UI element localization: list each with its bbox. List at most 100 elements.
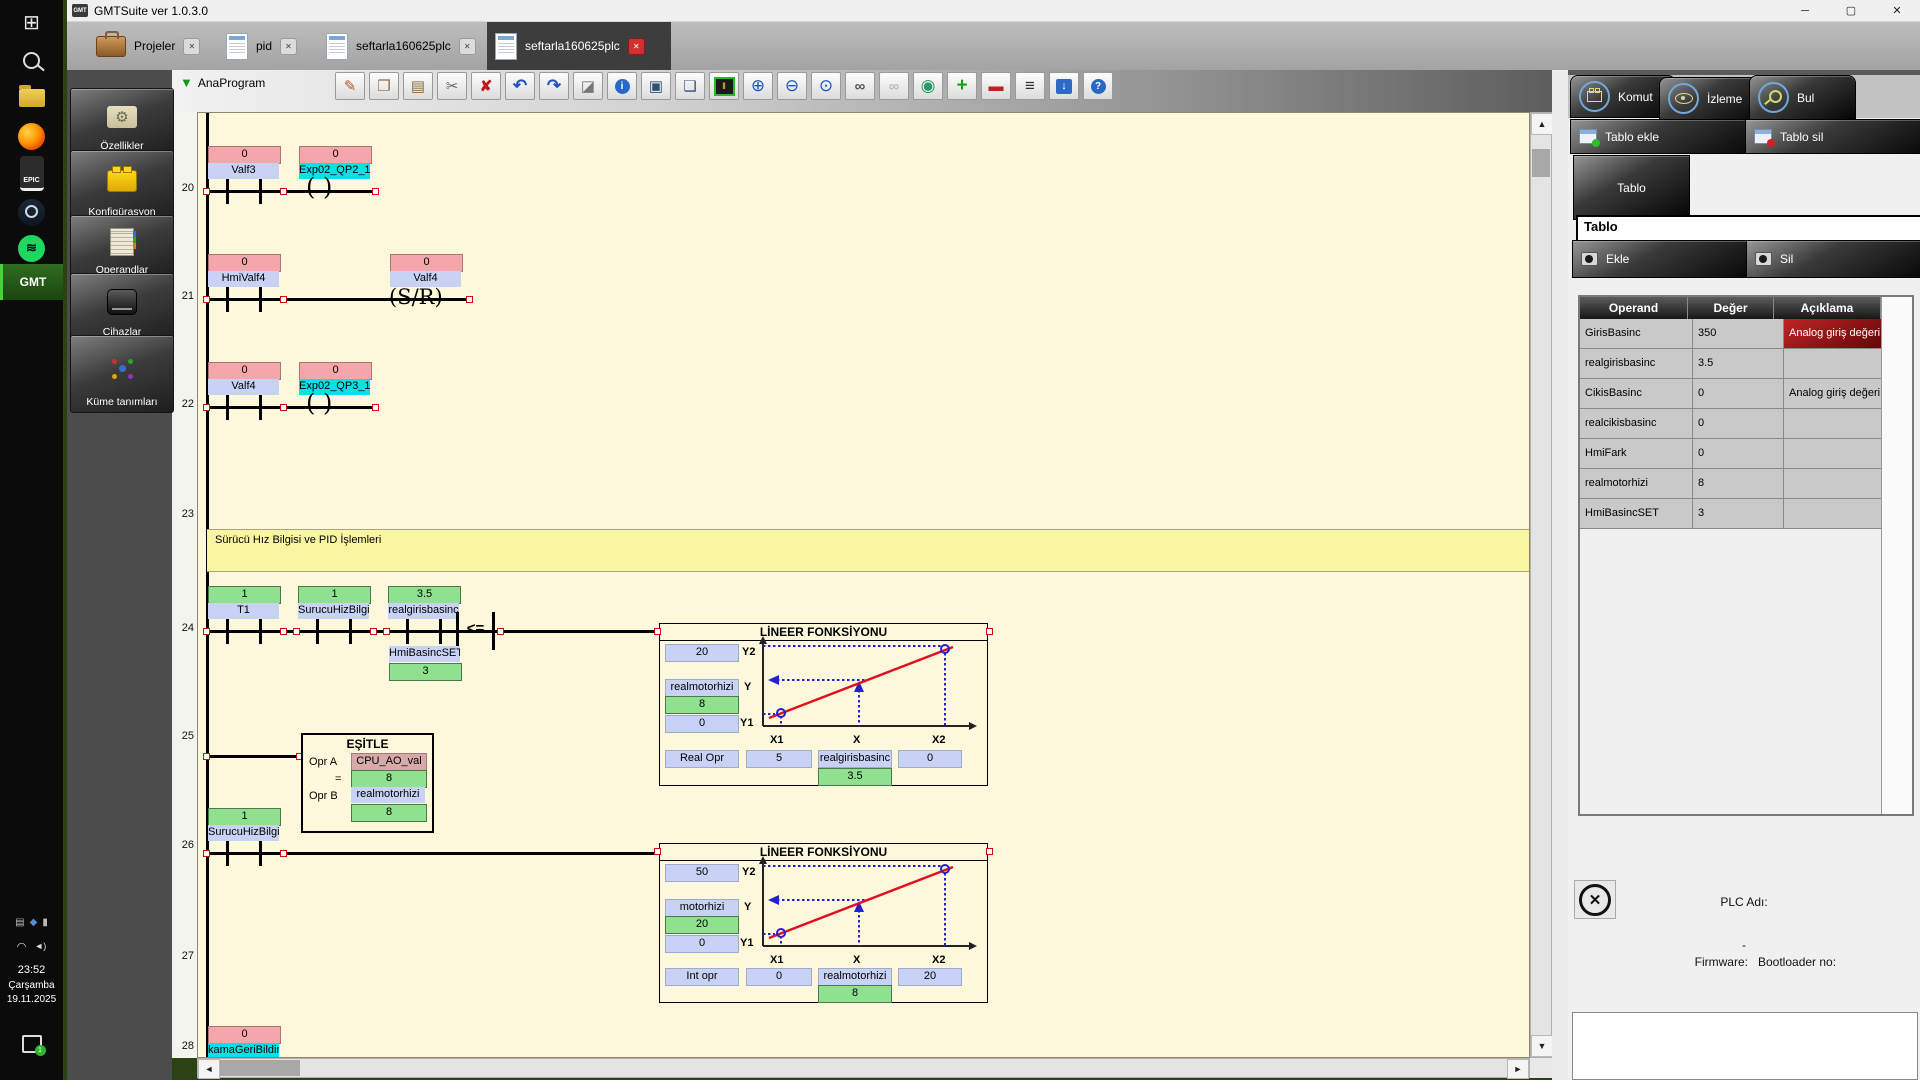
linear-function-block-2[interactable]: LİNEER FONKSİYONU 50 Y2 motorhizi 20 Y 0… xyxy=(659,843,988,1003)
cell-operand[interactable]: realcikisbasinc xyxy=(1580,409,1693,439)
cell-operand[interactable]: CikisBasinc xyxy=(1580,379,1693,409)
table-row[interactable]: realgirisbasinc 3.5 xyxy=(1580,349,1912,379)
scroll-left-button[interactable]: ◄ xyxy=(198,1059,220,1079)
cell-desc[interactable] xyxy=(1784,499,1896,529)
undo-icon[interactable]: ↶ xyxy=(505,72,535,100)
tray-network-volume[interactable]: ◠◄) xyxy=(0,936,63,956)
coil-symbol[interactable]: ( ) xyxy=(306,391,332,415)
list-icon[interactable]: ≡ xyxy=(1015,72,1045,100)
link-icon[interactable]: ∞ xyxy=(845,72,875,100)
tab-seftarla160625plc-1[interactable]: seftarla160625plc ✕ xyxy=(318,22,496,70)
clock-time[interactable]: 23:52 xyxy=(0,964,63,976)
log-box[interactable] xyxy=(1572,1012,1918,1080)
cell-value[interactable]: 0 xyxy=(1693,379,1784,409)
minimize-button[interactable]: ─ xyxy=(1782,0,1828,22)
cell-operand[interactable]: HmiBasincSET xyxy=(1580,499,1693,529)
scroll-up-button[interactable]: ▲ xyxy=(1531,113,1553,135)
taskbar-spotify-button[interactable]: ≋ xyxy=(0,230,63,266)
info-icon[interactable]: i xyxy=(607,72,637,100)
taskbar-firefox-button[interactable] xyxy=(0,118,63,154)
col-deger[interactable]: Değer xyxy=(1688,297,1774,319)
cell-value[interactable]: 3 xyxy=(1693,499,1784,529)
table-scrollbar[interactable] xyxy=(1881,297,1912,814)
coil-symbol[interactable]: ( ) xyxy=(306,175,332,199)
format-painter-icon[interactable]: ✎ xyxy=(335,72,365,100)
save-as-icon[interactable]: ❏ xyxy=(675,72,705,100)
save-icon[interactable]: ▣ xyxy=(641,72,671,100)
cell-operand[interactable]: HmiFark xyxy=(1580,439,1693,469)
eraser-icon[interactable]: ◪ xyxy=(573,72,603,100)
tab-bul[interactable]: Bul xyxy=(1749,75,1856,120)
cell-desc[interactable] xyxy=(1784,469,1896,499)
taskbar-gmtsuite-button[interactable]: GMT xyxy=(0,264,63,300)
measure-icon[interactable]: ‖ xyxy=(709,72,739,100)
rung23-comment[interactable]: Sürücü Hız Bilgisi ve PID İşlemleri xyxy=(207,529,1530,572)
copy-icon[interactable]: ❐ xyxy=(369,72,399,100)
cell-value[interactable]: 0 xyxy=(1693,439,1784,469)
sidebar-item-kume-tanimlari[interactable]: Küme tanımları xyxy=(70,335,174,413)
taskbar-epic-button[interactable]: EPIC xyxy=(0,154,63,192)
col-aciklama[interactable]: Açıklama xyxy=(1774,297,1881,319)
cell-operand[interactable]: GirisBasinc xyxy=(1580,319,1693,349)
scroll-down-button[interactable]: ▼ xyxy=(1531,1035,1553,1057)
sr-coil-symbol[interactable]: (S/R) xyxy=(389,285,443,309)
help-icon[interactable]: ? xyxy=(1083,72,1113,100)
tab-projeler[interactable]: Projeler ✕ xyxy=(88,22,226,70)
tablo-sil-button[interactable]: Tablo sil xyxy=(1745,119,1920,154)
zoom-in-icon[interactable]: ⊕ xyxy=(743,72,773,100)
scroll-right-button[interactable]: ► xyxy=(1507,1059,1529,1079)
ladder-canvas[interactable]: 0 Valf3 0 Exp02_QP2_16 ( ) 0 HmiValf4 0 … xyxy=(197,112,1530,1058)
col-operand[interactable]: Operand xyxy=(1580,297,1688,319)
contact-realgirisbasinc[interactable]: realgirisbasinc xyxy=(388,603,459,619)
tab-seftarla160625plc-2[interactable]: seftarla160625plc ✕ xyxy=(487,22,671,70)
delete-icon[interactable]: ✘ xyxy=(471,72,501,100)
scroll-thumb[interactable] xyxy=(1532,149,1550,177)
program-selector[interactable]: ▼ AnaProgram xyxy=(180,75,265,90)
zoom-out-icon[interactable]: ⊖ xyxy=(777,72,807,100)
download-icon[interactable]: ↓ xyxy=(1049,72,1079,100)
cell-value[interactable]: 350 xyxy=(1693,319,1784,349)
zoom-reset-icon[interactable]: ⊙ xyxy=(811,72,841,100)
maximize-button[interactable]: ▢ xyxy=(1828,0,1874,22)
contact-surucuhizbilgisi[interactable]: SurucuHizBilgisi xyxy=(208,825,279,841)
tab-pid[interactable]: pid ✕ xyxy=(218,22,326,70)
horizontal-scrollbar[interactable]: ◄ ► xyxy=(197,1058,1530,1078)
taskbar-explorer-button[interactable] xyxy=(0,80,63,116)
tab-close-icon[interactable]: ✕ xyxy=(280,38,297,55)
scroll-thumb[interactable] xyxy=(220,1060,300,1076)
cell-value[interactable]: 3.5 xyxy=(1693,349,1784,379)
contact-t1[interactable]: T1 xyxy=(208,603,279,619)
equals-block[interactable]: EŞİTLE Opr A CPU_AO_val = 8 Opr B realmo… xyxy=(301,733,434,833)
cell-operand[interactable]: realgirisbasinc xyxy=(1580,349,1693,379)
table-row[interactable]: GirisBasinc 350 Analog giriş değeri xyxy=(1580,319,1912,349)
cell-value[interactable]: 0 xyxy=(1693,409,1784,439)
contact-valf4[interactable]: Valf4 xyxy=(208,379,279,395)
notification-button[interactable]: 1 xyxy=(0,1026,63,1062)
compare-operand-hmibasincset[interactable]: HmiBasincSET xyxy=(389,646,460,662)
paste-icon[interactable]: ▤ xyxy=(403,72,433,100)
sidebar-item-cihazlar[interactable]: Cihazlar xyxy=(70,273,174,343)
tab-close-icon[interactable]: ✕ xyxy=(183,38,200,55)
redo-icon[interactable]: ↷ xyxy=(539,72,569,100)
linear-function-block-1[interactable]: LİNEER FONKSİYONU 20 Y2 realmotorhizi 8 … xyxy=(659,623,988,786)
sil-button[interactable]: Sil xyxy=(1746,240,1920,278)
system-tray[interactable]: ▤◆▮ xyxy=(0,912,63,932)
tab-close-icon[interactable]: ✕ xyxy=(459,38,476,55)
tab-tablo[interactable]: Tablo xyxy=(1573,155,1690,220)
contact-valf3[interactable]: Valf3 xyxy=(208,163,279,179)
contact-hmivalf4[interactable]: HmiValf4 xyxy=(208,271,279,287)
cell-desc[interactable]: Analog giriş değeri xyxy=(1784,379,1896,409)
taskbar-steam-button[interactable] xyxy=(0,194,63,230)
sidebar-item-ozellikler[interactable]: ⚙ Özellikler xyxy=(70,88,174,157)
network-icon[interactable]: ◉ xyxy=(913,72,943,100)
contact-kamageribildirimi[interactable]: kamaGeriBildiri xyxy=(208,1043,279,1058)
sidebar-item-operandlar[interactable]: Operandlar xyxy=(70,215,174,281)
table-row[interactable]: HmiBasincSET 3 xyxy=(1580,499,1912,529)
contact-surucuhizbilgisi[interactable]: SurucuHizBilgisi xyxy=(298,603,369,619)
vertical-scrollbar[interactable]: ▲ ▼ xyxy=(1530,112,1552,1058)
cell-desc[interactable]: Analog giriş değeri xyxy=(1784,319,1896,349)
cell-operand[interactable]: realmotorhizi xyxy=(1580,469,1693,499)
close-button[interactable]: ✕ xyxy=(1874,0,1920,22)
table-row[interactable]: CikisBasinc 0 Analog giriş değeri xyxy=(1580,379,1912,409)
table-row[interactable]: realcikisbasinc 0 xyxy=(1580,409,1912,439)
